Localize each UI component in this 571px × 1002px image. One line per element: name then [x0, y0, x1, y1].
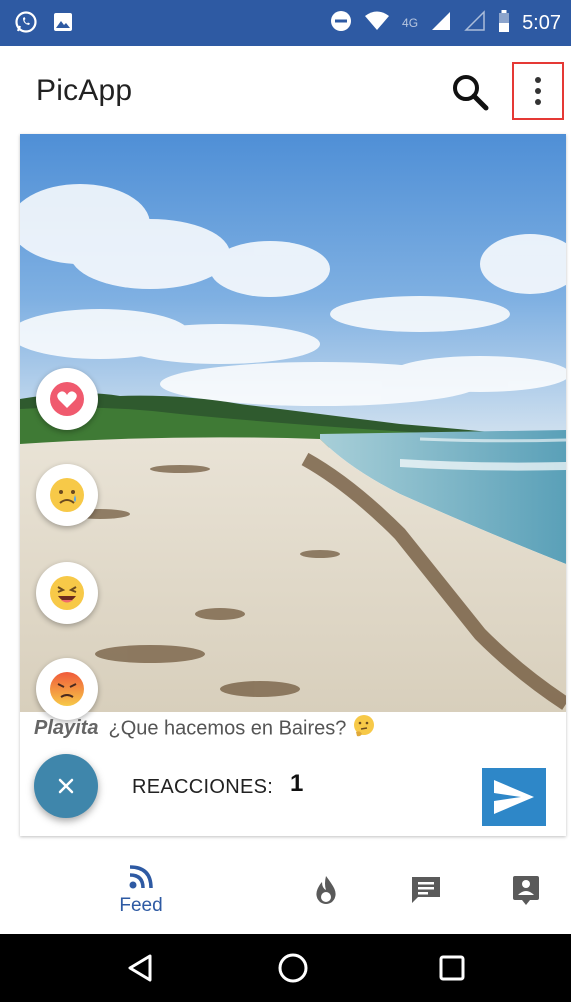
recents-button[interactable]: [436, 952, 468, 984]
status-bar: 4G 5:07: [0, 0, 571, 46]
angry-reaction-icon: [50, 672, 84, 706]
thinking-emoji-icon: [352, 714, 376, 744]
angry-reaction-button[interactable]: [36, 658, 98, 720]
status-left: [14, 10, 74, 39]
nav-item-feed-label: Feed: [119, 895, 163, 916]
nav-item-profile[interactable]: [496, 846, 556, 934]
signal-empty-icon: [464, 9, 486, 37]
post-caption: Playita ¿Que hacemos en Baires?: [34, 714, 376, 744]
wifi-icon: [364, 10, 390, 37]
post-photo[interactable]: [20, 134, 566, 712]
contact-icon: [513, 876, 539, 905]
more-vert-icon-dot: [535, 99, 541, 105]
nav-item-feed[interactable]: Feed: [100, 846, 182, 934]
nav-item-trending[interactable]: [296, 846, 356, 934]
search-icon: [453, 75, 489, 111]
heart-reaction-button[interactable]: [36, 368, 98, 430]
more-vert-icon: [535, 77, 541, 83]
signal-icon: [430, 10, 452, 37]
reactions-label: REACCIONES:: [132, 776, 274, 798]
chat-icon: [412, 877, 440, 903]
app-title: PicApp: [36, 74, 133, 107]
post-username[interactable]: Playita: [34, 717, 98, 739]
home-button[interactable]: [277, 952, 309, 984]
more-vert-icon-dot: [535, 88, 541, 94]
post-caption-text: ¿Que hacemos en Baires?: [108, 717, 347, 740]
whatsapp-icon: [14, 10, 38, 39]
recents-square-icon: [439, 955, 465, 981]
flame-icon: [316, 876, 336, 904]
send-icon: [494, 780, 534, 814]
laugh-reaction-button[interactable]: [36, 562, 98, 624]
nav-item-messages[interactable]: [396, 846, 456, 934]
status-time: 5:07: [522, 12, 561, 34]
app-bar: PicApp: [0, 46, 571, 136]
bottom-navigation: Feed: [0, 846, 571, 934]
laugh-reaction-icon: [50, 576, 84, 610]
system-navigation-bar: [0, 934, 571, 1002]
heart-reaction-icon: [50, 382, 84, 416]
network-type-label: 4G: [402, 16, 419, 30]
reactions-count: 1: [290, 770, 304, 797]
send-button[interactable]: [482, 768, 546, 826]
search-button[interactable]: [446, 68, 494, 116]
overflow-menu-button[interactable]: [512, 62, 564, 120]
sad-reaction-button[interactable]: [36, 464, 98, 526]
close-fab-button[interactable]: [34, 754, 98, 818]
back-button[interactable]: [124, 952, 156, 984]
home-circle-icon: [278, 953, 308, 983]
rss-feed-icon: [129, 865, 153, 889]
close-icon: [58, 778, 74, 794]
back-triangle-icon: [128, 954, 152, 982]
post-card: Playita ¿Que hacemos en Baires? REACCIONE…: [20, 134, 566, 836]
do-not-disturb-icon: [330, 10, 352, 37]
battery-icon: [498, 9, 510, 37]
gallery-icon: [52, 11, 74, 38]
status-right: 4G 5:07: [330, 9, 561, 37]
sad-reaction-icon: [50, 478, 84, 512]
